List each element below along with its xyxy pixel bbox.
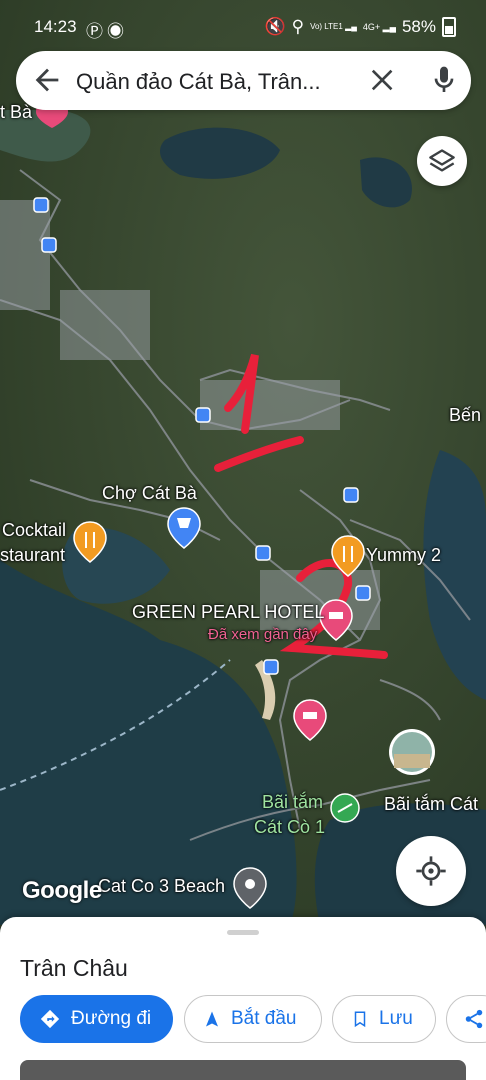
mute-icon: 🔇 [264, 17, 286, 36]
location-icon: ⚲ [291, 17, 305, 36]
share-icon [465, 1009, 483, 1029]
status-bar: 14:23 Ⓟ◉ 🔇 ⚲ Vo) LTE1 ▂▄ 4G+ ▂▄ 58% [0, 0, 486, 50]
share-button[interactable] [446, 995, 486, 1043]
label-cat-co-3-beach[interactable]: Cat Co 3 Beach [98, 876, 225, 897]
label-ben[interactable]: Bến [449, 405, 481, 426]
layers-button[interactable] [417, 136, 467, 186]
4g-signal-icon: 4G+ ▂▄ [362, 21, 396, 32]
save-button[interactable]: Lưu [332, 995, 436, 1043]
start-label: Bắt đầu [231, 1008, 297, 1029]
label-cocktail-2[interactable]: staurant [0, 545, 65, 566]
bookmark-icon [354, 1011, 366, 1028]
label-green-pearl-hotel[interactable]: GREEN PEARL HOTEL [132, 602, 324, 623]
system-icons: 🔇 ⚲ Vo) LTE1 ▂▄ 4G+ ▂▄ 58% [264, 17, 456, 37]
search-query[interactable]: Quần đảo Cát Bà, Trân... [76, 69, 366, 95]
my-location-button[interactable] [396, 836, 466, 906]
notification-icons: Ⓟ◉ [86, 17, 128, 42]
label-yummy[interactable]: Yummy 2 [366, 545, 441, 566]
start-button[interactable]: Bắt đầu [184, 995, 322, 1043]
drag-handle[interactable] [227, 930, 259, 935]
layers-icon [429, 149, 455, 172]
messenger-icon: ◉ [107, 22, 128, 41]
battery-percent: 58% [401, 17, 436, 36]
close-icon[interactable] [366, 64, 398, 96]
directions-icon [40, 1009, 60, 1029]
satellite-map[interactable] [0, 0, 486, 925]
place-bottom-sheet[interactable]: Trân Châu Đường đi Bắt đầu Lưu [0, 917, 486, 1080]
navigation-arrow-icon [206, 1011, 218, 1027]
google-logo: Google [22, 877, 102, 904]
label-cho-cat-ba[interactable]: Chợ Cát Bà [102, 483, 197, 504]
label-recently-viewed: Đã xem gần đây [208, 626, 318, 643]
directions-label: Đường đi [71, 1008, 152, 1029]
save-label: Lưu [379, 1008, 413, 1029]
search-bar[interactable]: Quần đảo Cát Bà, Trân... [16, 51, 471, 110]
label-cat-co-1[interactable]: Cát Cò 1 [254, 817, 325, 838]
my-location-icon [416, 856, 446, 886]
pinterest-icon: Ⓟ [86, 22, 107, 41]
status-time: 14:23 [34, 17, 77, 36]
place-photo[interactable] [20, 1060, 466, 1080]
battery-icon [442, 17, 456, 37]
label-cat-ba-top[interactable]: t Bà [0, 102, 32, 123]
arrow-left-icon[interactable] [30, 63, 64, 97]
mic-icon[interactable] [428, 63, 460, 97]
label-bai-tam[interactable]: Bãi tắm [262, 792, 323, 813]
label-cocktail[interactable]: Cocktail [2, 520, 66, 541]
lte-signal-icon: Vo) LTE1 ▂▄ [310, 22, 357, 31]
label-bai-tam-right[interactable]: Bãi tắm Cát [384, 794, 478, 815]
directions-button[interactable]: Đường đi [20, 995, 173, 1043]
place-title: Trân Châu [20, 955, 128, 981]
beach-pin-icon[interactable] [330, 793, 360, 823]
beach-photo-marker[interactable] [389, 729, 435, 775]
